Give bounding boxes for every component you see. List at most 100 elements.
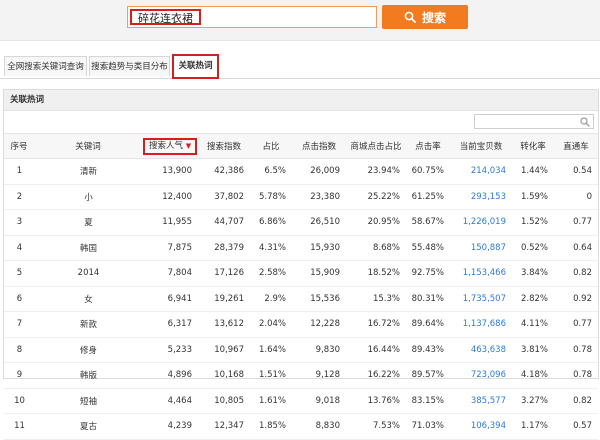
cell-index: 8 — [4, 337, 34, 363]
search-button[interactable]: 搜索 — [382, 5, 468, 29]
col-index-header[interactable]: 序号 — [4, 133, 34, 159]
cell-current-items[interactable]: 1,153,466 — [450, 260, 512, 287]
col-ctr-header[interactable]: 点击率 — [406, 133, 450, 159]
cell-mall-click-share: 7.53% — [346, 413, 406, 440]
tab-keyword-query[interactable]: 全网搜索关键词查询 — [4, 56, 87, 76]
cell-search-index: 37,802 — [198, 184, 250, 210]
cell-ctr: 83.15% — [406, 388, 450, 414]
cell-click-index: 26,510 — [292, 209, 346, 236]
col-share-header[interactable]: 占比 — [250, 133, 292, 159]
col-search-index-header[interactable]: 搜索指数 — [198, 133, 250, 159]
cell-keyword[interactable]: 夏古 — [34, 413, 142, 440]
table-row[interactable]: 2 小 12,400 37,802 5.78% 23,380 25.22% 61.25% 293… — [4, 184, 598, 210]
col-click-index-header[interactable]: 点击指数 — [292, 133, 346, 159]
cell-search-index: 19,261 — [198, 286, 250, 312]
table-header-row: 序号 关键词 搜索人气 ▼ 搜索指数 占比 点击指数 商城点击占比 点击率 当前… — [4, 133, 598, 159]
col-conversion-header[interactable]: 转化率 — [512, 133, 554, 159]
table-row[interactable]: 9 韩版 4,896 10,168 1.51% 9,128 16.22% 89.57% 723,… — [4, 362, 598, 389]
cell-ztc: 0.64 — [554, 235, 598, 261]
search-input[interactable]: 碎花连衣裙 — [127, 6, 377, 28]
cell-mall-click-share: 25.22% — [346, 184, 406, 210]
cell-ztc: 0.57 — [554, 413, 598, 440]
cell-current-items[interactable]: 1,735,507 — [450, 286, 512, 312]
cell-search-index: 44,707 — [198, 209, 250, 236]
cell-index: 2 — [4, 184, 34, 210]
table-row[interactable]: 7 新款 6,317 13,612 2.04% 12,228 16.72% 89.64% 1,1… — [4, 311, 598, 338]
cell-search-index: 12,347 — [198, 413, 250, 440]
cell-keyword[interactable]: 2014 — [34, 260, 142, 287]
cell-keyword[interactable]: 小 — [34, 184, 142, 210]
cell-search-popularity: 12,400 — [142, 184, 198, 210]
col-search-popularity-header[interactable]: 搜索人气 ▼ — [142, 133, 198, 159]
table-filter-input[interactable] — [474, 114, 594, 129]
search-query-value[interactable]: 碎花连衣裙 — [130, 9, 201, 25]
table-row[interactable]: 4 韩国 7,875 28,379 4.31% 15,930 8.68% 55.48% 150,… — [4, 235, 598, 261]
cell-ztc: 0.82 — [554, 388, 598, 414]
cell-ztc: 0.77 — [554, 311, 598, 338]
table-row[interactable]: 5 2014 7,804 17,126 2.58% 15,909 18.52% 92.75% 1… — [4, 260, 598, 287]
cell-ctr: 60.75% — [406, 158, 450, 185]
cell-search-popularity: 4,464 — [142, 388, 198, 414]
cell-click-index: 15,909 — [292, 260, 346, 287]
cell-click-index: 8,830 — [292, 413, 346, 440]
cell-search-index: 17,126 — [198, 260, 250, 287]
cell-click-index: 23,380 — [292, 184, 346, 210]
cell-current-items[interactable]: 106,394 — [450, 413, 512, 440]
cell-keyword[interactable]: 韩版 — [34, 362, 142, 389]
cell-keyword[interactable]: 修身 — [34, 337, 142, 363]
cell-current-items[interactable]: 150,887 — [450, 235, 512, 261]
cell-search-index: 13,612 — [198, 311, 250, 338]
cell-ztc: 0 — [554, 184, 598, 210]
cell-ctr: 55.48% — [406, 235, 450, 261]
cell-current-items[interactable]: 463,638 — [450, 337, 512, 363]
tab-related-hot-words[interactable]: 关联热词 — [172, 54, 219, 79]
cell-ztc: 0.82 — [554, 260, 598, 287]
table-row[interactable]: 8 修身 5,233 10,967 1.64% 9,830 16.44% 89.43% 463,… — [4, 337, 598, 363]
cell-keyword[interactable]: 清新 — [34, 158, 142, 185]
cell-keyword[interactable]: 短袖 — [34, 388, 142, 414]
cell-ctr: 89.64% — [406, 311, 450, 338]
cell-keyword[interactable]: 新款 — [34, 311, 142, 338]
cell-conversion: 3.27% — [512, 388, 554, 414]
col-mall-click-share-header[interactable]: 商城点击占比 — [346, 133, 406, 159]
col-ztc-header[interactable]: 直通车 — [554, 133, 598, 159]
cell-current-items[interactable]: 1,226,019 — [450, 209, 512, 236]
cell-click-index: 9,830 — [292, 337, 346, 363]
cell-keyword[interactable]: 夏 — [34, 209, 142, 236]
cell-search-index: 10,805 — [198, 388, 250, 414]
table-row[interactable]: 1 清新 13,900 42,386 6.5% 26,009 23.94% 60.75% 214… — [4, 158, 598, 185]
cell-keyword[interactable]: 韩国 — [34, 235, 142, 261]
cell-share: 2.58% — [250, 260, 292, 287]
cell-conversion: 3.81% — [512, 337, 554, 363]
cell-current-items[interactable]: 1,137,686 — [450, 311, 512, 338]
cell-keyword[interactable]: 女 — [34, 286, 142, 312]
cell-index: 5 — [4, 260, 34, 287]
cell-share: 6.86% — [250, 209, 292, 236]
col-search-popularity-label: 搜索人气 — [149, 140, 184, 151]
cell-current-items[interactable]: 385,577 — [450, 388, 512, 414]
cell-mall-click-share: 16.22% — [346, 362, 406, 389]
cell-current-items[interactable]: 723,096 — [450, 362, 512, 389]
col-keyword-header[interactable]: 关键词 — [34, 133, 142, 159]
cell-search-popularity: 4,239 — [142, 413, 198, 440]
cell-ctr: 71.03% — [406, 413, 450, 440]
table-row[interactable]: 11 夏古 4,239 12,347 1.85% 8,830 7.53% 71.03% 106,… — [4, 413, 598, 440]
cell-current-items[interactable]: 293,153 — [450, 184, 512, 210]
cell-share: 6.5% — [250, 158, 292, 185]
col-current-items-header[interactable]: 当前宝贝数 — [450, 133, 512, 159]
cell-search-popularity: 7,804 — [142, 260, 198, 287]
tab-search-trend[interactable]: 搜索趋势与类目分布 — [89, 56, 170, 76]
cell-mall-click-share: 16.72% — [346, 311, 406, 338]
panel-title: 关联热词 — [4, 90, 598, 111]
cell-ztc: 0.78 — [554, 362, 598, 389]
cell-search-popularity: 5,233 — [142, 337, 198, 363]
table-row[interactable]: 10 短袖 4,464 10,805 1.61% 9,018 13.76% 83.15% 385… — [4, 388, 598, 414]
cell-share: 2.04% — [250, 311, 292, 338]
related-words-panel: 关联热词 序号 关键词 搜索人气 ▼ 搜索指数 占比 点击指数 商城点击占比 点… — [3, 89, 599, 440]
table-row[interactable]: 6 女 6,941 19,261 2.9% 15,536 15.3% 80.31% 1,735,… — [4, 286, 598, 312]
table-row[interactable]: 3 夏 11,955 44,707 6.86% 26,510 20.95% 58.67% 1,2… — [4, 209, 598, 236]
cell-mall-click-share: 13.76% — [346, 388, 406, 414]
cell-ztc: 0.77 — [554, 209, 598, 236]
cell-mall-click-share: 16.44% — [346, 337, 406, 363]
cell-current-items[interactable]: 214,034 — [450, 158, 512, 185]
